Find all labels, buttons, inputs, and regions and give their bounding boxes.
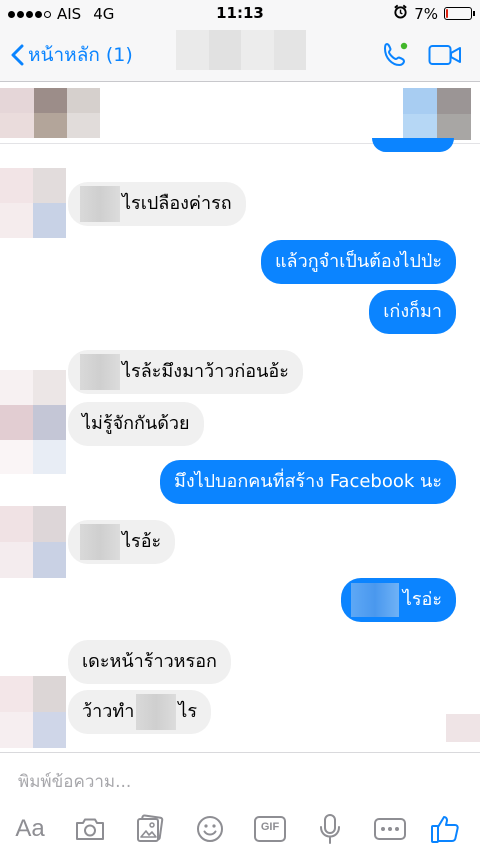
message-text: ไรอ่ะ: [402, 589, 442, 610]
redacted-text: [80, 354, 120, 390]
alarm-icon: [393, 4, 408, 23]
redacted-text: [80, 524, 120, 560]
sender-avatar: [0, 370, 66, 474]
battery-percent: 7%: [414, 4, 438, 23]
participants-strip: [0, 82, 480, 152]
emoji-button[interactable]: [190, 809, 230, 849]
microphone-icon: [320, 814, 340, 844]
message-text: มึงไปบอกคนที่สร้าง Facebook นะ: [173, 471, 442, 492]
more-button[interactable]: [370, 809, 410, 849]
video-camera-icon: [428, 45, 461, 65]
contact-name-redacted[interactable]: [176, 30, 306, 70]
camera-button[interactable]: [70, 809, 110, 849]
more-icon: [374, 818, 406, 840]
participant-avatar-redacted[interactable]: [0, 88, 100, 138]
incoming-message[interactable]: ไรเปลืองค่ารถ: [68, 182, 246, 226]
message-input[interactable]: [18, 767, 458, 797]
message-text: ไร: [178, 701, 198, 722]
incoming-message[interactable]: เดะหน้าร้าวหรอก: [68, 640, 231, 684]
status-right: 7%: [393, 4, 475, 23]
incoming-message[interactable]: ไรอ้ะ: [68, 520, 176, 564]
chevron-left-icon: [11, 44, 24, 66]
participant-avatar-redacted[interactable]: [403, 88, 471, 140]
message-text: แล้วกูจำเป็นต้องไปป่ะ: [274, 251, 442, 272]
phone-icon: [383, 42, 408, 67]
back-button[interactable]: หน้าหลัก (1): [10, 40, 133, 70]
message-text: ไม่รู้จักกันด้วย: [82, 413, 190, 434]
composer: Aa GIF: [0, 752, 480, 855]
message-text: ไรล้ะมึงมาว้าวก่อนอ้ะ: [122, 361, 289, 382]
status-bar: AIS 4G 11:13 7%: [0, 0, 480, 28]
seen-indicator-redacted: [446, 714, 480, 742]
gif-button[interactable]: GIF: [250, 809, 290, 849]
microphone-button[interactable]: [310, 809, 350, 849]
incoming-message[interactable]: ว้าวทำ ไร: [68, 690, 212, 734]
sender-avatar: [0, 506, 66, 578]
message-text: ไรอ้ะ: [122, 531, 162, 552]
message-list[interactable]: ไรเปลืองค่ารถ แล้วกูจำเป็นต้องไปป่ะ เก่ง…: [0, 144, 480, 752]
composer-toolbar: Aa GIF: [0, 809, 480, 853]
outgoing-message[interactable]: เก่งก็มา: [369, 290, 456, 334]
aa-icon: Aa: [15, 815, 45, 842]
outgoing-message[interactable]: มึงไปบอกคนที่สร้าง Facebook นะ: [159, 460, 456, 504]
back-label: หน้าหลัก (1): [28, 44, 133, 66]
sender-avatar: [0, 676, 66, 748]
thumbs-up-icon: [431, 816, 459, 843]
outgoing-message[interactable]: แล้วกูจำเป็นต้องไปป่ะ: [260, 240, 456, 284]
video-call-button[interactable]: [428, 44, 462, 70]
outgoing-message[interactable]: ไรอ่ะ: [340, 578, 456, 622]
gallery-icon: [137, 814, 164, 842]
redacted-text: [350, 583, 399, 617]
redacted-text: [80, 186, 120, 222]
text-size-button[interactable]: Aa: [10, 809, 50, 849]
redacted-text: [136, 694, 177, 730]
gif-label: GIF: [260, 821, 280, 833]
message-text: ว้าวทำ: [82, 701, 135, 722]
message-text: เดะหน้าร้าวหรอก: [82, 651, 217, 672]
sender-avatar: [0, 168, 66, 238]
emoji-icon: [197, 816, 223, 842]
message-text: ไรเปลืองค่ารถ: [122, 193, 232, 214]
like-button[interactable]: [426, 809, 466, 849]
voice-call-button[interactable]: [380, 40, 410, 74]
message-text: เก่งก็มา: [383, 301, 442, 322]
camera-icon: [76, 818, 104, 840]
gallery-button[interactable]: [130, 809, 170, 849]
incoming-message[interactable]: ไม่รู้จักกันด้วย: [68, 402, 204, 446]
conversation-header: หน้าหลัก (1): [0, 28, 480, 82]
incoming-message[interactable]: ไรล้ะมึงมาว้าวก่อนอ้ะ: [68, 350, 303, 394]
battery-icon: [444, 7, 475, 20]
